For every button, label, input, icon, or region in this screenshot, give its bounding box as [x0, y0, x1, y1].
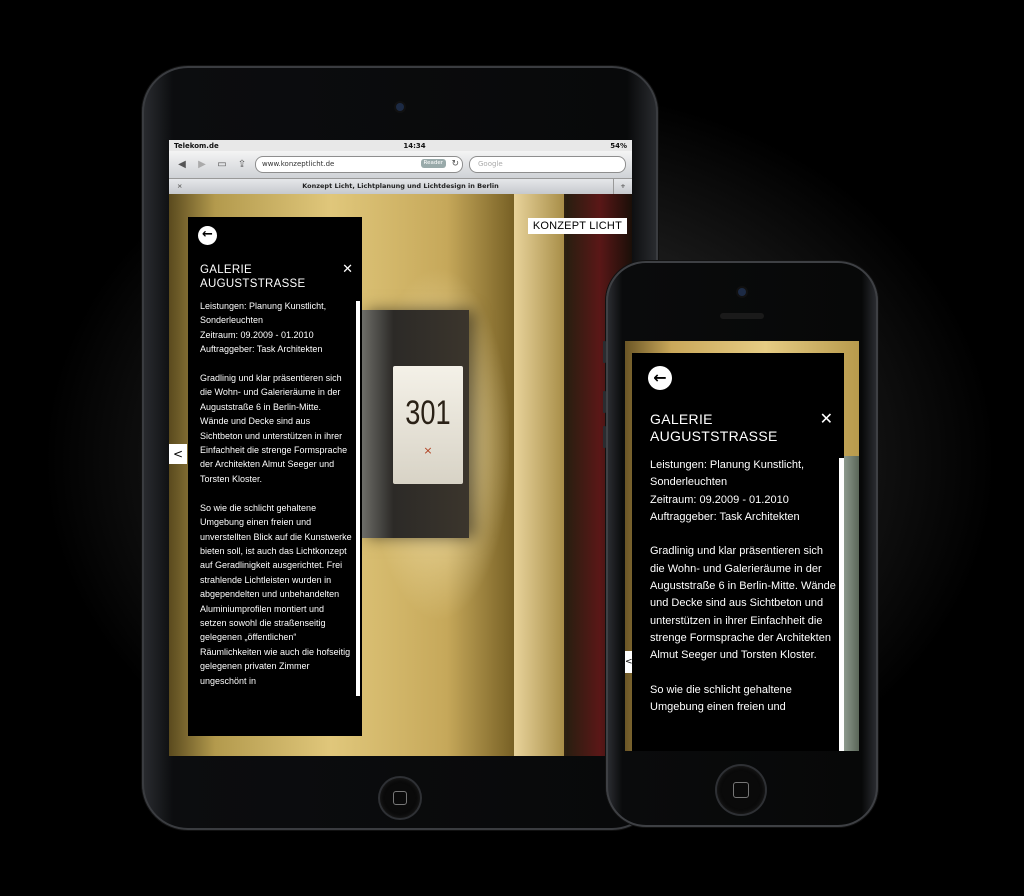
- front-camera: [396, 103, 404, 111]
- close-icon[interactable]: ✕: [820, 409, 833, 428]
- tab-close-button[interactable]: ×: [177, 179, 182, 194]
- tablet-device: Telekom.de 14:34 54% ◀ ▶ ▭ ⇪ www.konzept…: [142, 66, 658, 830]
- browser-toolbar: ◀ ▶ ▭ ⇪ www.konzeptlicht.de Reader ↻ Goo…: [169, 151, 632, 179]
- project-title: GALERIE AUGUSTSTRASSE: [650, 411, 778, 444]
- share-icon[interactable]: ⇪: [235, 159, 249, 170]
- volume-button: [603, 391, 606, 413]
- wall-edge: [514, 194, 564, 756]
- front-camera: [738, 288, 746, 296]
- url-field[interactable]: www.konzeptlicht.de Reader ↻: [255, 156, 463, 173]
- back-arrow-icon[interactable]: ←: [648, 366, 672, 390]
- forward-arrow-icon[interactable]: ▶: [195, 159, 209, 170]
- back-arrow-icon[interactable]: ←: [198, 226, 217, 245]
- web-page: 301 × KONZEPT LICHT < ← GALERIE AUGUSTST…: [169, 194, 632, 756]
- new-tab-button[interactable]: +: [613, 179, 632, 194]
- tablet-screen: Telekom.de 14:34 54% ◀ ▶ ▭ ⇪ www.konzept…: [169, 140, 632, 756]
- battery-label: 54%: [610, 141, 627, 150]
- prev-slide-button[interactable]: <: [169, 444, 187, 464]
- scrollbar[interactable]: [356, 301, 360, 696]
- reader-button[interactable]: Reader: [420, 159, 446, 168]
- phone-device: < ← GALERIE AUGUSTSTRASSE ✕ Leistungen: …: [603, 261, 878, 827]
- book-icon[interactable]: ▭: [215, 159, 229, 170]
- volume-button: [603, 426, 606, 448]
- volume-button: [603, 341, 606, 363]
- project-info-panel: ← GALERIE AUGUSTSTRASSE ✕ Leistungen: Pl…: [632, 353, 844, 751]
- sign-mark: ×: [423, 444, 433, 457]
- close-icon[interactable]: ✕: [342, 262, 353, 277]
- back-arrow-icon[interactable]: ◀: [175, 159, 189, 170]
- url-text: www.konzeptlicht.de: [262, 160, 335, 168]
- brand-logo[interactable]: KONZEPT LICHT: [527, 218, 627, 234]
- status-bar: Telekom.de 14:34 54%: [169, 140, 632, 151]
- tab-bar: × Konzept Licht, Lichtplanung und Lichtd…: [169, 179, 632, 195]
- room-sign-photo: 301 ×: [361, 310, 469, 538]
- phone-screen: < ← GALERIE AUGUSTSTRASSE ✕ Leistungen: …: [625, 341, 859, 751]
- reload-icon[interactable]: ↻: [451, 157, 459, 172]
- project-description: Leistungen: Planung Kunstlicht, Sonderle…: [650, 459, 836, 714]
- sign-plate: 301 ×: [393, 366, 463, 484]
- scrollbar[interactable]: [839, 458, 844, 751]
- tab-title[interactable]: Konzept Licht, Lichtplanung und Lichtdes…: [302, 182, 499, 190]
- project-info-panel: ← GALERIE AUGUSTSTRASSE ✕ Leistungen: Pl…: [188, 217, 362, 736]
- home-button[interactable]: [717, 766, 765, 814]
- project-description: Leistungen: Planung Kunstlicht, Sonderle…: [200, 301, 352, 686]
- carrier-label: Telekom.de: [174, 141, 219, 150]
- room-number: 301: [405, 394, 451, 432]
- search-input[interactable]: Google: [469, 156, 626, 173]
- project-title: GALERIE AUGUSTSTRASSE: [200, 264, 306, 290]
- clock: 14:34: [403, 141, 426, 150]
- home-button[interactable]: [380, 778, 420, 818]
- earpiece-speaker: [720, 313, 764, 319]
